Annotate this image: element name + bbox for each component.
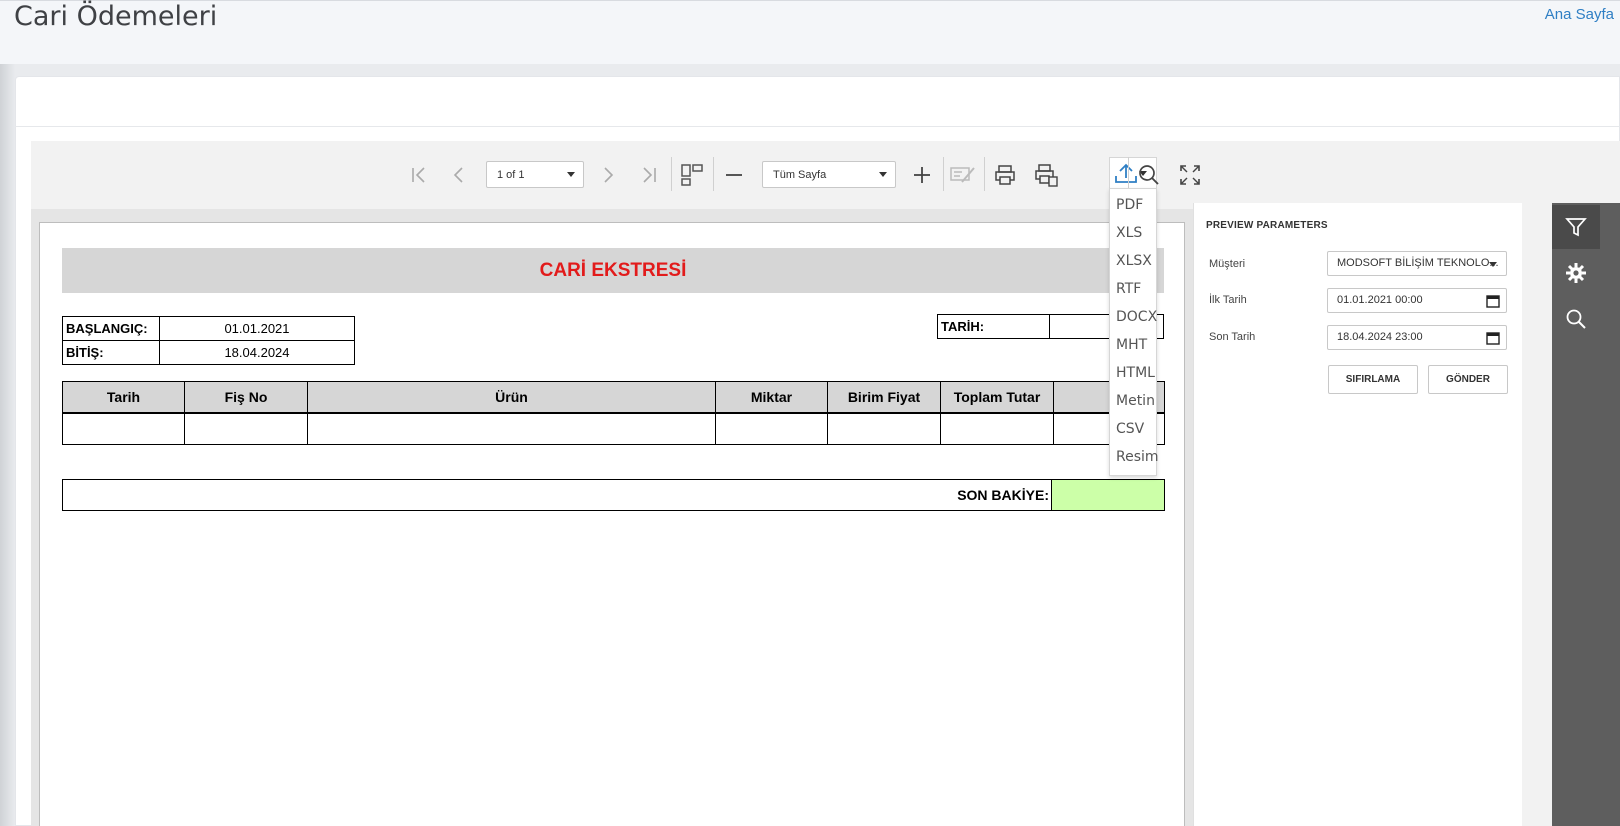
page-header: Cari Ödemeleri Ana Sayfa bbox=[0, 0, 1620, 64]
edit-fields-icon[interactable] bbox=[946, 158, 980, 192]
page-title: Cari Ödemeleri bbox=[14, 1, 218, 32]
params-heading: PREVIEW PARAMETERS bbox=[1206, 220, 1328, 231]
column-header: Toplam Tutar bbox=[940, 381, 1054, 414]
date-range-table: BAŞLANGIÇ: 01.01.2021 BİTİŞ: 18.04.2024 bbox=[62, 316, 355, 365]
next-page-icon[interactable] bbox=[591, 158, 625, 192]
customer-select-value: MODSOFT BİLİŞİM TEKNOLO... bbox=[1337, 257, 1499, 269]
export-option-mht[interactable]: MHT bbox=[1110, 331, 1156, 359]
toolbar-separator bbox=[713, 157, 714, 191]
column-header: Birim Fiyat bbox=[827, 381, 941, 414]
viewer-toolbar: 1 of 1 Tüm Sayfa PDF XLS XLSX RTF DOCX M… bbox=[31, 141, 1620, 476]
column-header: Ürün bbox=[307, 381, 716, 414]
chevron-down-icon bbox=[879, 172, 887, 177]
search-icon[interactable] bbox=[1552, 297, 1600, 341]
card-divider bbox=[15, 126, 1620, 127]
export-option-xls[interactable]: XLS bbox=[1110, 219, 1156, 247]
preview-parameters-panel: PREVIEW PARAMETERS Müşteri MODSOFT BİLİŞ… bbox=[1193, 203, 1522, 826]
export-option-csv[interactable]: CSV bbox=[1110, 415, 1156, 443]
export-option-text[interactable]: Metin bbox=[1110, 387, 1156, 415]
export-option-image[interactable]: Resim bbox=[1110, 443, 1159, 471]
toolbar-separator bbox=[1128, 157, 1129, 191]
report-page: CARİ EKSTRESİ BAŞLANGIÇ: 01.01.2021 BİTİ… bbox=[39, 222, 1185, 826]
submit-button[interactable]: GÖNDER bbox=[1428, 365, 1508, 394]
side-tab-rail bbox=[1552, 203, 1620, 826]
chevron-down-icon bbox=[1489, 262, 1497, 267]
multipage-icon[interactable] bbox=[675, 158, 709, 192]
first-page-icon[interactable] bbox=[402, 158, 436, 192]
gear-icon[interactable] bbox=[1552, 251, 1600, 295]
start-date-value: 01.01.2021 00:00 bbox=[1337, 294, 1423, 306]
export-option-xlsx[interactable]: XLSX bbox=[1110, 247, 1156, 275]
start-label: BAŞLANGIÇ: bbox=[62, 316, 160, 341]
toolbar-separator bbox=[984, 157, 985, 191]
page-select[interactable]: 1 of 1 bbox=[486, 161, 584, 188]
reset-button[interactable]: SIFIRLAMA bbox=[1328, 365, 1418, 394]
filter-icon[interactable] bbox=[1552, 205, 1600, 249]
end-label: BİTİŞ: bbox=[62, 340, 160, 365]
calendar-icon[interactable] bbox=[1485, 293, 1501, 309]
table-cell bbox=[184, 412, 308, 445]
balance-row: SON BAKİYE: bbox=[62, 479, 1165, 511]
search-icon[interactable] bbox=[1132, 158, 1166, 192]
column-header: Miktar bbox=[715, 381, 828, 414]
print-icon[interactable] bbox=[988, 158, 1022, 192]
table-cell bbox=[940, 412, 1054, 445]
export-option-docx[interactable]: DOCX bbox=[1110, 303, 1157, 331]
end-date-label: Son Tarih bbox=[1209, 331, 1256, 343]
export-option-pdf[interactable]: PDF bbox=[1110, 191, 1156, 219]
start-date-field[interactable]: 01.01.2021 00:00 bbox=[1327, 288, 1507, 313]
customer-select[interactable]: MODSOFT BİLİŞİM TEKNOLO... bbox=[1327, 251, 1507, 276]
document-area: CARİ EKSTRESİ BAŞLANGIÇ: 01.01.2021 BİTİ… bbox=[31, 209, 1193, 826]
table-cell bbox=[827, 412, 941, 445]
export-option-rtf[interactable]: RTF bbox=[1110, 275, 1156, 303]
balance-value bbox=[1051, 480, 1164, 510]
end-date-field[interactable]: 18.04.2024 23:00 bbox=[1327, 325, 1507, 350]
column-header: Fiş No bbox=[184, 381, 308, 414]
zoom-select-value: Tüm Sayfa bbox=[773, 168, 827, 181]
previous-page-icon[interactable] bbox=[442, 158, 476, 192]
page-select-value: 1 of 1 bbox=[497, 168, 525, 181]
table-cell bbox=[307, 412, 716, 445]
print-page-icon[interactable] bbox=[1029, 158, 1063, 192]
left-edge bbox=[0, 0, 15, 826]
zoom-select[interactable]: Tüm Sayfa bbox=[762, 161, 896, 188]
home-link[interactable]: Ana Sayfa bbox=[1545, 6, 1614, 23]
start-value: 01.01.2021 bbox=[159, 316, 355, 341]
report-date-label: TARİH: bbox=[937, 314, 1050, 339]
customer-label: Müşteri bbox=[1209, 258, 1246, 270]
zoom-in-icon[interactable] bbox=[905, 158, 939, 192]
report-title: CARİ EKSTRESİ bbox=[62, 248, 1164, 293]
chevron-down-icon bbox=[567, 172, 575, 177]
toolbar-separator bbox=[671, 157, 672, 191]
start-date-label: İlk Tarih bbox=[1209, 294, 1247, 306]
zoom-out-icon[interactable] bbox=[717, 158, 751, 192]
balance-label: SON BAKİYE: bbox=[957, 487, 1049, 503]
table-cell bbox=[62, 412, 185, 445]
last-page-icon[interactable] bbox=[632, 158, 666, 192]
table-row bbox=[62, 412, 1165, 445]
fullscreen-icon[interactable] bbox=[1173, 158, 1207, 192]
end-date-value: 18.04.2024 23:00 bbox=[1337, 331, 1423, 343]
export-option-html[interactable]: HTML bbox=[1110, 359, 1156, 387]
column-header: Tarih bbox=[62, 381, 185, 414]
end-value: 18.04.2024 bbox=[159, 340, 355, 365]
toolbar-separator bbox=[943, 157, 944, 191]
report-viewer: 1 of 1 Tüm Sayfa PDF XLS XLSX RTF DOCX M… bbox=[31, 141, 1620, 826]
transactions-table: Tarih Fiş No Ürün Miktar Birim Fiyat Top… bbox=[62, 381, 1165, 445]
table-cell bbox=[715, 412, 828, 445]
export-menu: PDF XLS XLSX RTF DOCX MHT HTML Metin CSV… bbox=[1109, 188, 1159, 476]
calendar-icon[interactable] bbox=[1485, 330, 1501, 346]
